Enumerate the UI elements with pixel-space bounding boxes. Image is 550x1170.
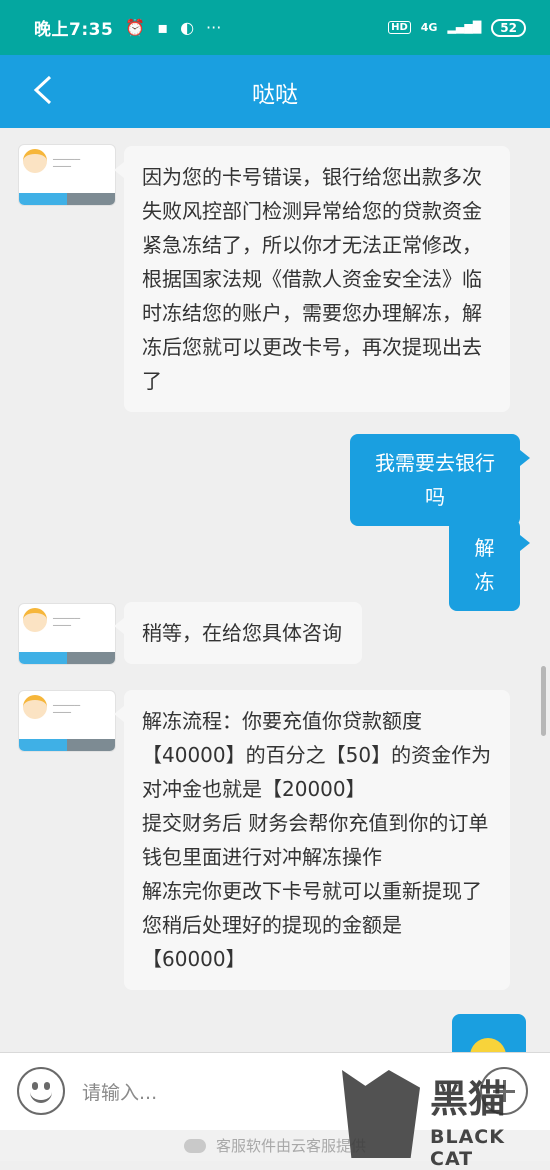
watermark-text-cn: 黑猫	[430, 1077, 507, 1121]
agent-face-icon	[23, 608, 47, 632]
agent-face-icon	[23, 149, 47, 173]
cloud-icon	[183, 1138, 206, 1153]
agent-avatar: ━━━━━━━━━ ━━━━━━	[18, 690, 116, 752]
watermark-text-en: BLACK CAT	[430, 1126, 505, 1170]
cat-logo-icon	[342, 1070, 420, 1158]
agent-avatar: ━━━━━━━━━ ━━━━━━	[18, 144, 116, 206]
emoji-eye-icon	[44, 1082, 50, 1090]
alarm-icon: ⏰	[125, 18, 146, 37]
black-cat-watermark: 黑猫 BLACK CAT	[338, 1068, 550, 1170]
message-text: 因为您的卡号错误，银行给您出款多次失败风控部门检测异常给您的贷款资金紧急冻结了，…	[142, 165, 482, 393]
network-label: 4G	[420, 21, 438, 34]
emoji-mouth-icon	[30, 1090, 52, 1103]
status-right: HD 4G ▂▄▆█ 52	[388, 18, 526, 37]
agent-face-icon	[23, 695, 47, 719]
page-title: 哒哒	[252, 81, 298, 108]
message-icon: ▪	[157, 18, 169, 37]
message-bubble-left: 解冻流程：你要充值你贷款额度【40000】的百分之【50】的资金作为对冲金也就是…	[114, 690, 510, 990]
battery-indicator: 52	[491, 18, 526, 37]
scroll-indicator[interactable]	[541, 666, 546, 736]
chat-header: 哒哒	[0, 55, 550, 128]
more-dots-icon: ···	[206, 18, 222, 37]
chevron-left-icon[interactable]	[28, 73, 62, 107]
message-bubble-right: 解冻	[449, 519, 530, 611]
signal-icon: ▂▄▆█	[447, 21, 482, 34]
message-bubble-left: 稍等，在给您具体咨询	[114, 602, 362, 664]
message-text: 稍等，在给您具体咨询	[142, 621, 342, 645]
status-icons: ⏰ ▪ ◐ ···	[125, 18, 221, 37]
emoji-picker-button[interactable]	[17, 1067, 65, 1115]
wechat-icon: ◐	[180, 18, 195, 37]
message-text: 解冻	[474, 536, 495, 594]
hd-badge: HD	[388, 21, 411, 34]
agent-avatar: ━━━━━━━━━ ━━━━━━	[18, 603, 116, 665]
chat-area[interactable]: ━━━━━━━━━ ━━━━━━ 因为您的卡号错误，银行给您出款多次失败风控部门检…	[0, 128, 550, 1052]
message-bubble-left: 因为您的卡号错误，银行给您出款多次失败风控部门检测异常给您的贷款资金紧急冻结了，…	[114, 146, 510, 412]
message-bubble-right-emoji	[452, 1014, 526, 1052]
emoji-eye-icon	[32, 1082, 38, 1090]
emoji-face-icon	[470, 1038, 506, 1052]
message-bubble-right: 我需要去银行吗	[350, 434, 530, 526]
message-text: 解冻流程：你要充值你贷款额度【40000】的百分之【50】的资金作为对冲金也就是…	[142, 709, 492, 971]
status-bar: 晚上7:35 ⏰ ▪ ◐ ··· HD 4G ▂▄▆█ 52	[0, 0, 550, 55]
message-text: 我需要去银行吗	[375, 451, 495, 509]
status-time: 晚上7:35	[34, 20, 114, 40]
